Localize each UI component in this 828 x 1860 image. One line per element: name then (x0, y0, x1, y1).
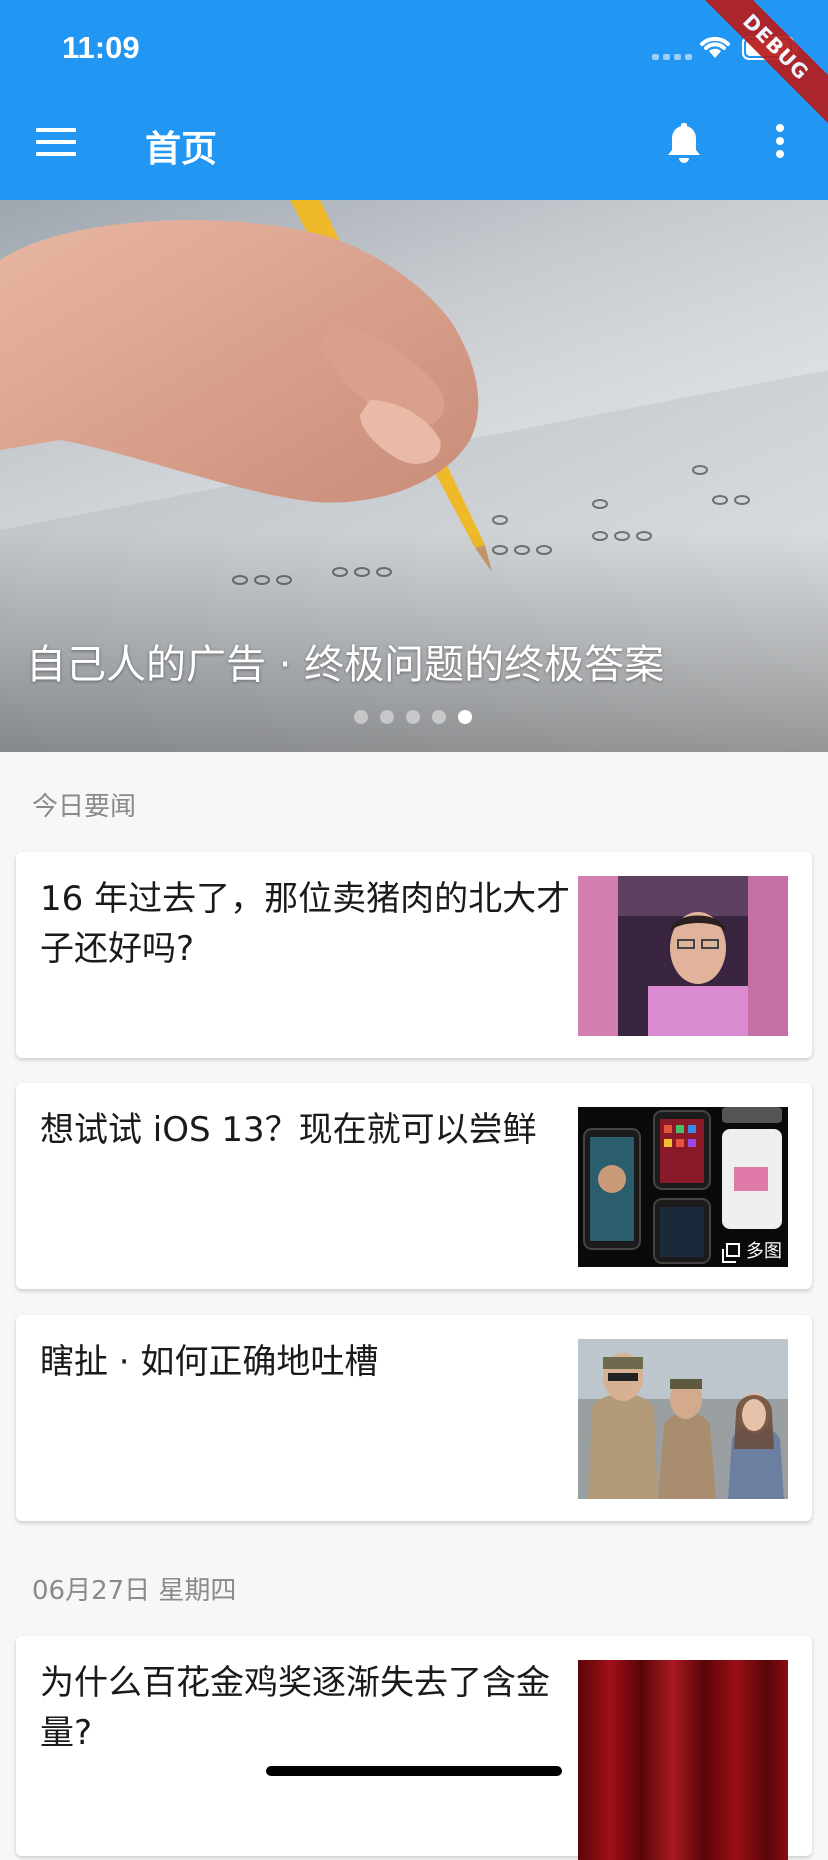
menu-icon[interactable] (36, 128, 76, 158)
story-card[interactable]: 想试试 iOS 13？现在就可以尝鲜 多图 (16, 1083, 812, 1289)
wifi-icon (700, 36, 730, 58)
multi-image-label: 多图 (746, 1241, 782, 1262)
story-thumbnail (578, 1660, 788, 1860)
page-title: 首页 (145, 129, 218, 170)
home-indicator (266, 1766, 562, 1776)
story-title: 为什么百花金鸡奖逐渐失去了含金量? (40, 1663, 550, 1753)
section-header: 06月27日 星期四 (32, 1576, 237, 1606)
story-title: 瞎扯 · 如何正确地吐槽 (40, 1342, 379, 1382)
notification-bell-icon[interactable] (664, 122, 704, 166)
gallery-icon (722, 1243, 740, 1263)
story-thumbnail (578, 1339, 788, 1499)
page-dot[interactable] (406, 710, 420, 724)
banner-caption: 自己人的广告 · 终极问题的终极答案 (26, 642, 665, 688)
page-dot-active[interactable] (458, 710, 472, 724)
story-title: 想试试 iOS 13？现在就可以尝鲜 (40, 1110, 537, 1150)
story-thumbnail: 多图 (578, 1107, 788, 1267)
story-thumbnail (578, 876, 788, 1036)
page-dot[interactable] (380, 710, 394, 724)
page-dot[interactable] (432, 710, 446, 724)
more-options-icon[interactable] (772, 124, 788, 164)
story-card[interactable]: 为什么百花金鸡奖逐渐失去了含金量? (16, 1636, 812, 1860)
cellular-signal-icon (652, 54, 692, 60)
multi-image-badge: 多图 (722, 1237, 782, 1263)
banner-carousel[interactable]: 自己人的广告 · 终极问题的终极答案 (0, 200, 828, 752)
debug-banner: DEBUG (686, 0, 828, 137)
story-title: 16 年过去了，那位卖猪肉的北大才子还好吗? (40, 879, 571, 969)
app-bar: 11:09 DEBUG 首页 (0, 0, 828, 200)
banner-page-indicator (354, 710, 472, 724)
section-header: 今日要闻 (32, 792, 137, 822)
page-dot[interactable] (354, 710, 368, 724)
story-card[interactable]: 瞎扯 · 如何正确地吐槽 (16, 1315, 812, 1521)
status-time: 11:09 (62, 30, 140, 65)
story-card[interactable]: 16 年过去了，那位卖猪肉的北大才子还好吗? (16, 852, 812, 1058)
